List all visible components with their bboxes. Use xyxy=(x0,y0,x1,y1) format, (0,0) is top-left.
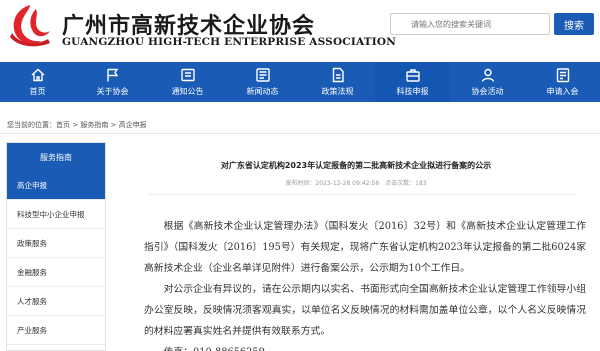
sidebar-title: 服务指南 xyxy=(7,143,105,171)
article-contact: 传真：010-88656259 xyxy=(144,342,586,351)
nav-label: 新闻动态 xyxy=(246,87,279,96)
nav-label: 首页 xyxy=(29,87,46,96)
nav-item-home[interactable]: 首页 xyxy=(0,62,75,102)
article-divider xyxy=(148,194,578,195)
article-body: 根据《高新技术企业认定管理办法》（国科发火〔2016〕32号）和《高新技术企业认… xyxy=(144,216,586,351)
org-name-en: GUANGZHOU HIGH-TECH ENTERPRISE ASSOCIATI… xyxy=(62,36,397,48)
nav-item-policy[interactable]: 政策法规 xyxy=(300,62,375,102)
sidebar-item-high-tech-declaration[interactable]: 高企申报 xyxy=(7,171,105,200)
search-input[interactable] xyxy=(390,13,550,35)
nav-item-about[interactable]: 关于协会 xyxy=(75,62,150,102)
nav-item-join[interactable]: 申请入会 xyxy=(525,62,600,102)
breadcrumb-service-guide[interactable]: 服务指南 xyxy=(80,121,108,129)
nav-label: 协会活动 xyxy=(471,87,504,96)
breadcrumb: 您当前的位置：首页 > 服务指南 > 高企申报 xyxy=(7,120,147,130)
document-icon xyxy=(332,67,344,83)
association-logo-icon xyxy=(10,5,50,47)
breadcrumb-home[interactable]: 首页 xyxy=(56,121,70,129)
home-icon xyxy=(31,68,44,82)
main-nav: 首页 关于协会 通知公告 新闻动态 政策法规 科技申报 协会活动 申请入会 xyxy=(0,62,600,102)
sidebar: 服务指南 高企申报 科技型中小企业申报 政策服务 金融服务 人才服务 产业服务 xyxy=(6,142,106,351)
nav-label: 政策法规 xyxy=(321,87,354,96)
breadcrumb-current: 高企申报 xyxy=(118,121,147,129)
application-icon xyxy=(556,68,569,83)
search-button[interactable]: 搜索 xyxy=(554,13,594,35)
briefcase-icon xyxy=(405,69,420,82)
article: 对广东省认定机构2023年认定报备的第二批高新技术企业拟进行备案的公示 发布时间… xyxy=(112,134,600,351)
sidebar-item-talent-service[interactable]: 人才服务 xyxy=(7,287,105,316)
sidebar-item-policy-service[interactable]: 政策服务 xyxy=(7,229,105,258)
nav-item-activities[interactable]: 协会活动 xyxy=(450,62,525,102)
article-paragraph: 对公示企业有异议的，请在公示期内以实名、书面形式向全国高新技术企业认定管理工作领… xyxy=(144,284,586,337)
news-icon xyxy=(255,68,270,82)
sidebar-item-industry-service[interactable]: 产业服务 xyxy=(7,316,105,345)
nav-label: 通知公告 xyxy=(171,87,204,96)
nav-item-tech-declaration[interactable]: 科技申报 xyxy=(375,62,450,102)
sidebar-item-finance-service[interactable]: 金融服务 xyxy=(7,258,105,287)
article-meta: 发布时间：2023-12-28 09:42:56 点击次数：183 xyxy=(285,180,427,187)
breadcrumb-separator: > xyxy=(108,121,119,129)
article-title: 对广东省认定机构2023年认定报备的第二批高新技术企业拟进行备案的公示 xyxy=(220,161,492,170)
site-header: 广州市高新技术企业协会 GUANGZHOU HIGH-TECH ENTERPRI… xyxy=(0,0,600,62)
nav-item-news[interactable]: 新闻动态 xyxy=(225,62,300,102)
breadcrumb-prefix: 您当前的位置： xyxy=(7,121,56,129)
flag-icon xyxy=(106,68,118,82)
user-icon xyxy=(481,68,494,82)
nav-item-notices[interactable]: 通知公告 xyxy=(150,62,225,102)
sidebar-item-sme-declaration[interactable]: 科技型中小企业申报 xyxy=(7,200,105,229)
nav-label: 科技申报 xyxy=(396,87,429,96)
nav-label: 关于协会 xyxy=(96,87,129,96)
breadcrumb-separator: > xyxy=(70,121,81,129)
article-paragraph: 根据《高新技术企业认定管理办法》（国科发火〔2016〕32号）和《高新技术企业认… xyxy=(144,221,586,274)
nav-label: 申请入会 xyxy=(546,87,579,96)
notice-icon xyxy=(180,68,195,82)
